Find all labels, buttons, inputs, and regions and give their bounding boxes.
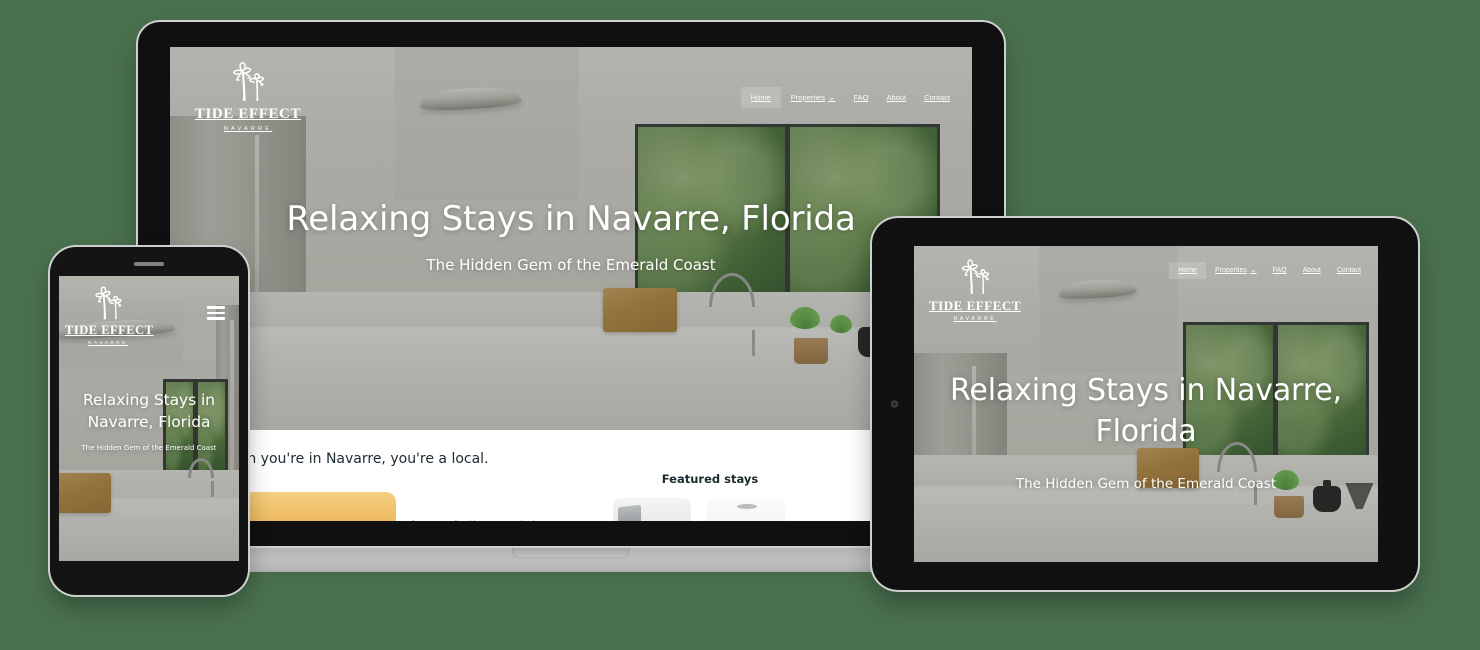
brand-tagline: NAVARRE <box>88 340 128 345</box>
palm-tree-icon <box>233 62 264 101</box>
intro-heading: When you're in Navarre, you're a local. <box>216 451 489 467</box>
nav-item-about[interactable]: About <box>879 87 915 108</box>
phone-body: TIDE EFFECT NAVARRE Relaxing Stays in Na… <box>50 247 248 595</box>
tablet-device-mockup: TIDE EFFECT NAVARRE Home Properties ⌄ FA… <box>872 218 1418 590</box>
featured-card-image <box>613 498 691 521</box>
screenshot-stage: TIDE EFFECT NAVARRE Home Properties ⌄ FA… <box>0 0 1480 650</box>
hero-subtitle: The Hidden Gem of the Emerald Coast <box>426 256 716 274</box>
intro-paragraph: If you are reading this, you are getting… <box>410 518 598 521</box>
featured-heading: Featured stays <box>661 472 759 486</box>
hero-title: Relaxing Stays in Navarre, Florida <box>83 391 215 431</box>
site-logo[interactable]: TIDE EFFECT NAVARRE <box>192 57 304 132</box>
laptop-screen: TIDE EFFECT NAVARRE Home Properties ⌄ FA… <box>170 47 972 521</box>
website-tablet: TIDE EFFECT NAVARRE Home Properties ⌄ FA… <box>914 246 1378 562</box>
nav-label: About <box>1302 267 1321 274</box>
tablet-camera-icon <box>891 400 898 408</box>
hero-subtitle: The Hidden Gem of the Emerald Coast <box>81 444 217 452</box>
featured-card-image <box>707 498 785 521</box>
hero-title: Relaxing Stays in Navarre, Florida <box>950 373 1342 449</box>
nav-item-about[interactable]: About <box>1296 262 1328 279</box>
nav-label: Properties <box>1214 267 1247 274</box>
brand-name: TIDE EFFECT <box>65 323 154 337</box>
phone-speaker-grill <box>134 262 164 266</box>
hero-subtitle: The Hidden Gem of the Emerald Coast <box>1015 476 1277 492</box>
brand-name: TIDE EFFECT <box>194 106 302 122</box>
nav-label: Home <box>1178 267 1197 274</box>
tablet-screen: TIDE EFFECT NAVARRE Home Properties ⌄ FA… <box>914 246 1378 562</box>
website-phone: TIDE EFFECT NAVARRE Relaxing Stays in Na… <box>59 276 239 561</box>
nav-item-home[interactable]: Home <box>1169 262 1206 279</box>
nav-item-properties[interactable]: Properties ⌄ <box>1208 262 1264 279</box>
primary-navigation: Home Properties ⌄ FAQ About Contact <box>740 87 958 108</box>
nav-label: Home <box>750 93 771 102</box>
phone-device-mockup: TIDE EFFECT NAVARRE Relaxing Stays in Na… <box>50 247 248 595</box>
nav-label: About <box>886 93 907 102</box>
primary-navigation: Home Properties ⌄ FAQ About Contact <box>1169 262 1368 279</box>
hero-section: TIDE EFFECT NAVARRE Home Properties ⌄ FA… <box>170 47 972 430</box>
brand-name: TIDE EFFECT <box>928 298 1022 313</box>
hamburger-menu-icon[interactable] <box>207 306 225 320</box>
palm-tree-icon <box>961 259 990 294</box>
intro-paragraph-line-1: If you are reading this, you are getting… <box>410 518 598 521</box>
site-logo[interactable]: TIDE EFFECT NAVARRE <box>928 254 1022 322</box>
nav-item-faq[interactable]: FAQ <box>1266 262 1294 279</box>
nav-label: Properties <box>790 93 825 102</box>
nav-item-home[interactable]: Home <box>740 87 781 108</box>
featured-card-2[interactable] <box>707 498 785 521</box>
nav-label: Contact <box>1336 267 1361 274</box>
hero-title: Relaxing Stays in Navarre, Florida <box>286 199 856 239</box>
featured-card-1[interactable] <box>613 498 691 521</box>
phone-screen: TIDE EFFECT NAVARRE Relaxing Stays in Na… <box>59 276 239 561</box>
nav-label: FAQ <box>853 93 869 102</box>
tablet-body: TIDE EFFECT NAVARRE Home Properties ⌄ FA… <box>872 218 1418 590</box>
content-section: When you're in Navarre, you're a local. … <box>170 430 972 521</box>
palm-tree-icon <box>95 286 122 320</box>
nav-item-faq[interactable]: FAQ <box>846 87 877 108</box>
nav-item-contact[interactable]: Contact <box>1330 262 1368 279</box>
website-laptop: TIDE EFFECT NAVARRE Home Properties ⌄ FA… <box>170 47 972 521</box>
nav-label: FAQ <box>1272 267 1287 274</box>
laptop-base-notch <box>512 546 630 559</box>
hero-section: TIDE EFFECT NAVARRE Relaxing Stays in Na… <box>59 276 239 561</box>
brand-tagline: NAVARRE <box>223 126 273 132</box>
nav-item-contact[interactable]: Contact <box>916 87 958 108</box>
hero-section: TIDE EFFECT NAVARRE Home Properties ⌄ FA… <box>914 246 1378 562</box>
brand-tagline: NAVARRE <box>953 316 997 322</box>
nav-label: Contact <box>924 93 950 102</box>
site-logo[interactable]: TIDE EFFECT NAVARRE <box>65 282 154 345</box>
nav-item-properties[interactable]: Properties ⌄ <box>783 87 844 108</box>
